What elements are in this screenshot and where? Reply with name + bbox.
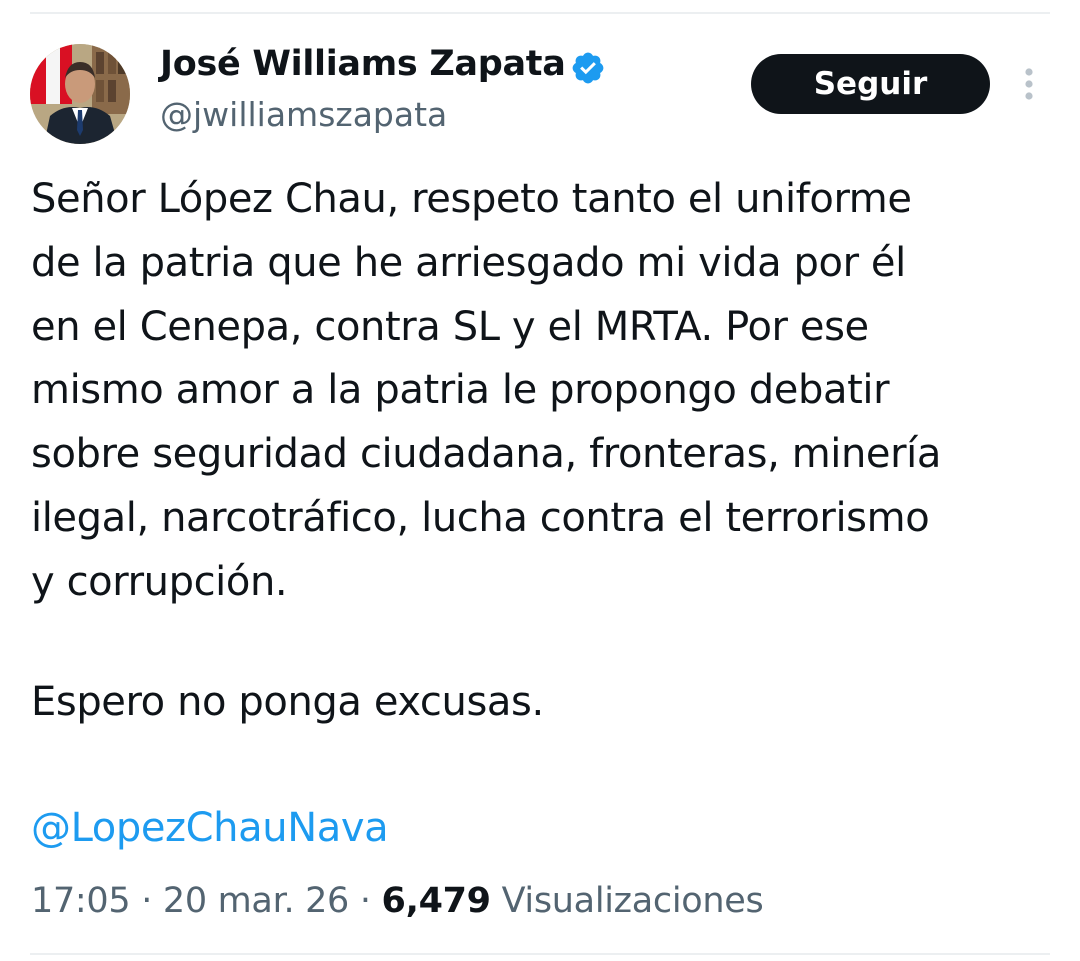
tweet-closing-text: Espero no ponga excusas.	[31, 679, 544, 725]
mention-link[interactable]: @LopezChauNava	[31, 800, 389, 856]
meta-separator: ·	[359, 881, 371, 921]
tweet-time[interactable]: 17:05	[31, 881, 131, 921]
meta-separator: ·	[141, 881, 153, 921]
author-name[interactable]: José Williams Zapata	[160, 44, 566, 84]
top-divider	[30, 12, 1050, 14]
views-label: Visualizaciones	[501, 881, 764, 921]
verified-badge-icon	[572, 52, 604, 84]
avatar[interactable]	[30, 44, 130, 144]
bottom-divider	[30, 953, 1050, 955]
tweet-meta: 17:05 · 20 mar. 26 · 6,479 Visualizacion…	[31, 875, 764, 927]
tweet-date[interactable]: 20 mar. 26	[163, 881, 349, 921]
author-handle[interactable]: @jwilliamszapata	[160, 95, 447, 134]
views-count: 6,479	[381, 881, 492, 921]
tweet-text: Señor López Chau, respeto tanto el unifo…	[31, 176, 942, 605]
follow-button[interactable]: Seguir	[751, 54, 990, 114]
more-vertical-icon[interactable]	[1014, 64, 1044, 104]
avatar-photo	[30, 44, 130, 144]
